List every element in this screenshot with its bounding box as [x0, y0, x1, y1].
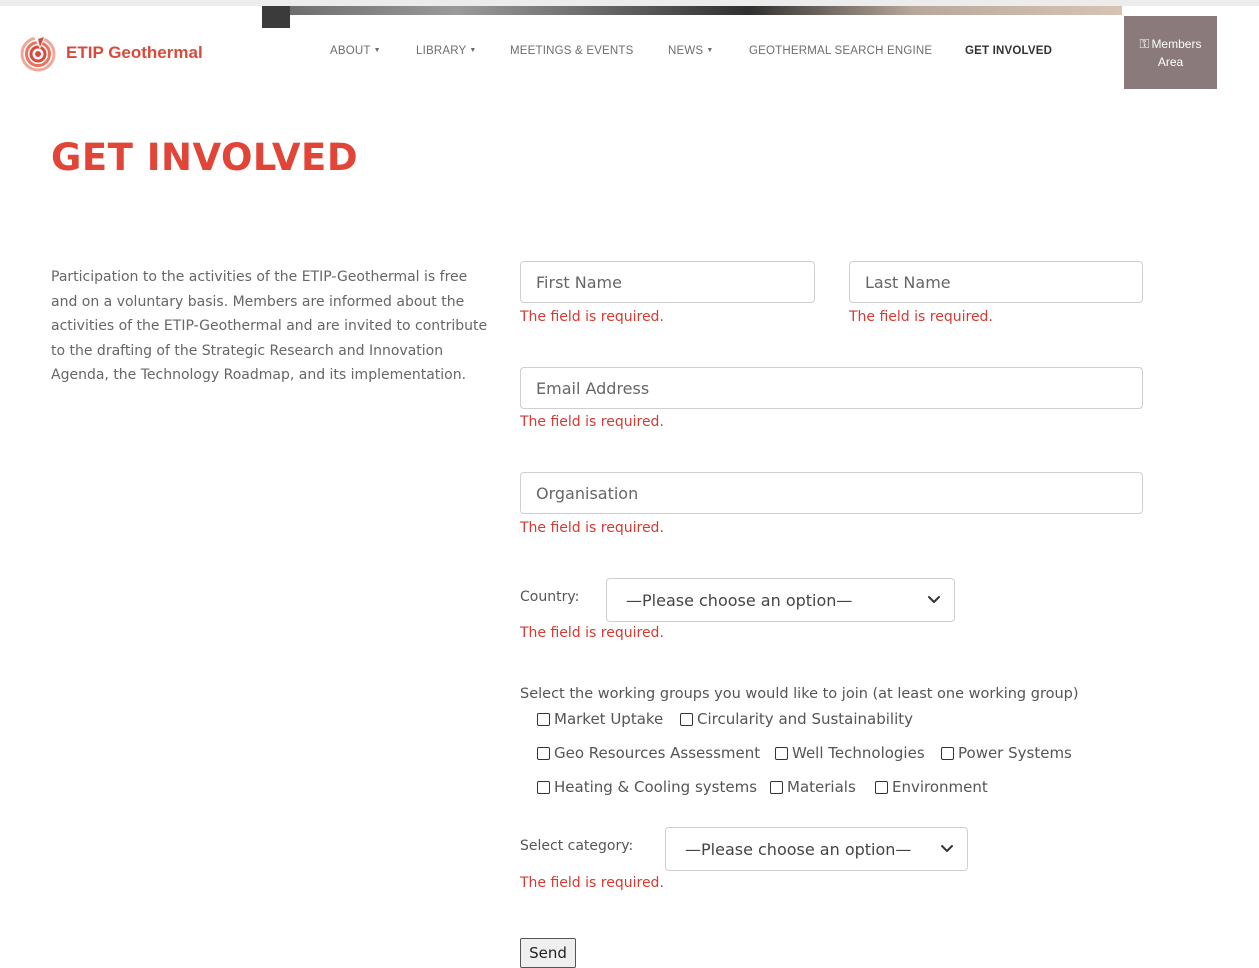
checkbox-box[interactable] [537, 780, 550, 794]
intro-text: Participation to the activities of the E… [51, 269, 488, 384]
checkbox-well-technologies[interactable]: Well Technologies [775, 744, 925, 762]
last-name-input[interactable] [849, 261, 1143, 303]
country-label: Country: [520, 589, 580, 605]
first-name-error: The field is required. [520, 309, 664, 325]
caret-down-icon: ▼ [469, 47, 477, 54]
nav-library[interactable]: LIBRARY ▼ [416, 45, 477, 57]
caret-down-icon: ▼ [373, 47, 381, 54]
nav-meetings-events[interactable]: MEETINGS & EVENTS [510, 45, 634, 57]
checkbox-materials[interactable]: Materials [770, 778, 856, 796]
checkbox-box[interactable] [775, 746, 788, 760]
checkbox-circularity-sustainability[interactable]: Circularity and Sustainability [680, 710, 913, 728]
checkbox-geo-resources-assessment[interactable]: Geo Resources Assessment [537, 744, 760, 762]
category-select[interactable]: —Please choose an option— [665, 827, 968, 871]
working-groups-title: Select the working groups you would like… [520, 686, 1079, 702]
category-selected-value: —Please choose an option— [685, 839, 912, 859]
checkbox-environment[interactable]: Environment [875, 778, 988, 796]
nav-get-involved[interactable]: GET INVOLVED [965, 45, 1052, 57]
site-logo[interactable]: ETIP Geothermal [20, 33, 203, 73]
nav-news[interactable]: NEWS ▼ [668, 45, 713, 57]
category-error: The field is required. [520, 875, 664, 891]
chevron-down-icon [928, 596, 940, 603]
email-input[interactable] [520, 367, 1143, 409]
last-name-error: The field is required. [849, 309, 993, 325]
organisation-input[interactable] [520, 472, 1143, 514]
checkbox-box[interactable] [680, 712, 693, 726]
first-name-input[interactable] [520, 261, 815, 303]
nav-geothermal-search-engine[interactable]: GEOTHERMAL SEARCH ENGINE [749, 45, 932, 57]
members-area-button[interactable]: ⚿ Members Area [1124, 16, 1217, 89]
country-select[interactable]: —Please choose an option— [606, 578, 955, 622]
checkbox-market-uptake[interactable]: Market Uptake [537, 710, 663, 728]
checkbox-heating-cooling[interactable]: Heating & Cooling systems [537, 778, 757, 796]
checkbox-box[interactable] [770, 780, 783, 794]
country-selected-value: —Please choose an option— [626, 590, 853, 610]
category-label: Select category: [520, 838, 634, 854]
send-button[interactable]: Send [520, 938, 576, 968]
key-icon: ⚿ [1139, 35, 1150, 51]
page-title: GET INVOLVED [51, 136, 359, 179]
hero-image-strip [262, 6, 1122, 28]
caret-down-icon: ▼ [706, 47, 714, 54]
checkbox-power-systems[interactable]: Power Systems [941, 744, 1072, 762]
geothermal-logo-icon [20, 35, 56, 72]
checkbox-box[interactable] [537, 712, 550, 726]
brand-name: ETIP Geothermal [66, 43, 203, 62]
checkbox-box[interactable] [537, 746, 550, 760]
checkbox-box[interactable] [875, 780, 888, 794]
email-error: The field is required. [520, 414, 664, 430]
chevron-down-icon [941, 845, 953, 852]
checkbox-box[interactable] [941, 746, 954, 760]
nav-about[interactable]: ABOUT ▼ [330, 45, 381, 57]
organisation-error: The field is required. [520, 520, 664, 536]
country-error: The field is required. [520, 625, 664, 641]
